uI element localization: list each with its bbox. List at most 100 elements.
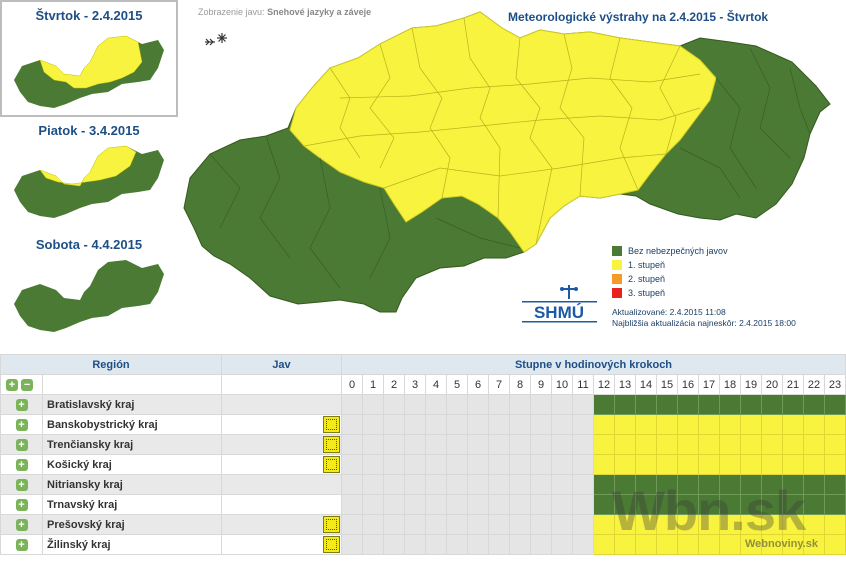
hour-level-cell [677, 394, 699, 415]
day-thumb-label-1[interactable]: Piatok - 3.4.2015 [0, 123, 178, 138]
hour-level-cell [824, 394, 846, 415]
hour-level-cell [467, 394, 489, 415]
region-name: Nitriansky kraj [42, 474, 222, 495]
hours-row: + − 0 1 2 3 4 5 6 7 8 9 10 11 12 13 14 15 16 17 18 19 20 21 22… [0, 374, 846, 395]
hour-level-cell [530, 434, 552, 455]
table-row[interactable]: + Bratislavský kraj [0, 394, 846, 415]
hour-level-cell [761, 454, 783, 475]
hour-level-cell [740, 434, 762, 455]
hour-level-cell [530, 494, 552, 515]
hour-level-cell [572, 494, 594, 515]
hour-level-cell [509, 534, 531, 555]
hour-level-cell [551, 394, 573, 415]
expand-row-icon[interactable]: + [15, 538, 28, 551]
legend-item: Bez nebezpečných javov [612, 244, 728, 258]
watermark: Wbn.sk [612, 479, 806, 542]
snowdrift-glyph [326, 439, 337, 450]
hour-header: 4 [425, 374, 447, 395]
snowdrift-warning-icon[interactable] [323, 536, 340, 553]
hour-level-cell [467, 534, 489, 555]
hour-level-cell [824, 474, 846, 495]
hour-level-cell [362, 494, 384, 515]
hour-header: 5 [446, 374, 468, 395]
collapse-all-icon[interactable]: − [21, 378, 34, 391]
expand-cell: + [0, 534, 43, 555]
hour-level-cell [614, 454, 636, 475]
hour-level-cell [383, 494, 405, 515]
table-row[interactable]: + Trenčiansky kraj [0, 434, 846, 455]
hour-level-cell [551, 434, 573, 455]
hour-level-cell [656, 454, 678, 475]
hour-header: 23 [824, 374, 846, 395]
hour-level-cell [803, 414, 825, 435]
region-name: Trnavský kraj [42, 494, 222, 515]
day-thumb-label-2[interactable]: Sobota - 4.4.2015 [0, 237, 178, 252]
hour-level-cell [509, 434, 531, 455]
table-row[interactable]: + Banskobystrický kraj [0, 414, 846, 435]
expand-cell: + [0, 394, 43, 415]
legend-item: 2. stupeň [612, 272, 728, 286]
hour-level-cell [677, 434, 699, 455]
hour-level-cell [488, 454, 510, 475]
hour-level-cell [698, 434, 720, 455]
hour-level-cell [551, 494, 573, 515]
legend-item: 3. stupeň [612, 286, 728, 300]
hour-level-cell [509, 494, 531, 515]
hour-level-cell [488, 434, 510, 455]
day-thumb-label-0[interactable]: Štvrtok - 2.4.2015 [0, 8, 178, 23]
day-thumb-map-0[interactable] [10, 32, 166, 112]
expand-row-icon[interactable]: + [15, 418, 28, 431]
legend-label: Bez nebezpečných javov [628, 246, 728, 256]
hour-level-cell [341, 394, 363, 415]
legend-label: 1. stupeň [628, 260, 666, 270]
hour-level-cell [614, 414, 636, 435]
snowdrift-warning-icon[interactable] [323, 516, 340, 533]
watermark-sub: Webnoviny.sk [745, 538, 818, 550]
hour-level-cell [341, 474, 363, 495]
phenomenon-cell [221, 474, 342, 495]
expand-row-icon[interactable]: + [15, 478, 28, 491]
hour-level-cell [404, 494, 426, 515]
snowdrift-warning-icon[interactable] [323, 416, 340, 433]
snowdrift-warning-icon[interactable] [323, 436, 340, 453]
hour-level-cell [572, 514, 594, 535]
hour-level-cell [488, 494, 510, 515]
table-row[interactable]: + Košický kraj [0, 454, 846, 475]
hour-level-cell [383, 414, 405, 435]
hour-level-cell [803, 514, 825, 535]
hour-level-cell [467, 514, 489, 535]
snowdrift-glyph [326, 419, 337, 430]
snowdrift-glyph [326, 459, 337, 470]
legend-swatch [612, 246, 622, 256]
expand-row-icon[interactable]: + [15, 458, 28, 471]
day-thumb-map-1[interactable] [10, 142, 166, 222]
phenomenon-cell [221, 534, 342, 555]
hour-header: 11 [572, 374, 594, 395]
day-thumb-map-2[interactable] [10, 256, 166, 336]
hour-level-cell [530, 414, 552, 435]
expand-row-icon[interactable]: + [15, 518, 28, 531]
hour-level-cell [509, 394, 531, 415]
region-name: Prešovský kraj [42, 514, 222, 535]
hour-level-cell [551, 454, 573, 475]
region-name: Trenčiansky kraj [42, 434, 222, 455]
expand-cell: + [0, 494, 43, 515]
hour-level-cell [593, 394, 615, 415]
expand-all-icon[interactable]: + [6, 378, 18, 391]
update-info: Aktualizované: 2.4.2015 11:08 Najbližšia… [612, 307, 796, 329]
slovakia-warning-map[interactable] [180, 8, 834, 338]
expand-row-icon[interactable]: + [15, 398, 28, 411]
hour-level-cell [782, 394, 804, 415]
hour-level-cell [404, 514, 426, 535]
last-updated: Aktualizované: 2.4.2015 11:08 [612, 307, 726, 317]
expand-row-icon[interactable]: + [15, 498, 28, 511]
hour-level-cell [425, 514, 447, 535]
hour-level-cell [824, 454, 846, 475]
snowdrift-warning-icon[interactable] [323, 456, 340, 473]
shmu-logo[interactable]: SHMÚ [522, 285, 597, 325]
hour-level-cell [362, 414, 384, 435]
hour-level-cell [362, 534, 384, 555]
expand-row-icon[interactable]: + [15, 438, 28, 451]
hour-level-cell [446, 474, 468, 495]
hour-level-cell [656, 394, 678, 415]
